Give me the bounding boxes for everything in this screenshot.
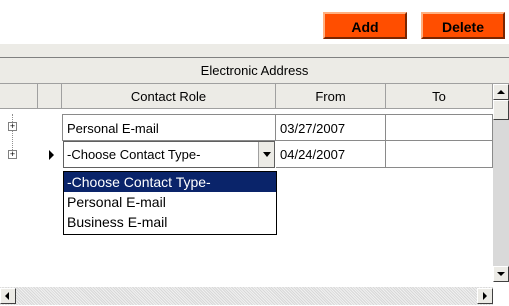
expand-row-2-icon[interactable]: + bbox=[8, 150, 17, 159]
scroll-left-button[interactable] bbox=[0, 288, 16, 304]
contact-type-select[interactable]: -Choose Contact Type- bbox=[63, 141, 275, 168]
scroll-up-button[interactable] bbox=[493, 84, 509, 100]
header-contact-role[interactable]: Contact Role bbox=[62, 84, 276, 109]
scroll-down-button[interactable] bbox=[493, 266, 509, 282]
dropdown-option[interactable]: Business E-mail bbox=[64, 212, 276, 232]
header-from[interactable]: From bbox=[276, 84, 386, 109]
arrow-up-icon bbox=[497, 90, 505, 94]
tree-line bbox=[12, 114, 13, 154]
arrow-left-icon bbox=[5, 292, 9, 300]
header-to[interactable]: To bbox=[386, 84, 493, 109]
add-button[interactable]: Add bbox=[323, 12, 407, 39]
expand-row-1-icon[interactable]: + bbox=[8, 122, 17, 131]
row-1-to[interactable] bbox=[386, 114, 493, 141]
row-1-contact-role[interactable]: Personal E-mail bbox=[62, 114, 276, 141]
row-2-to[interactable] bbox=[386, 141, 493, 168]
grid-title: Electronic Address bbox=[0, 58, 509, 84]
dropdown-option[interactable]: -Choose Contact Type- bbox=[64, 172, 276, 192]
dropdown-option[interactable]: Personal E-mail bbox=[64, 192, 276, 212]
row-1-from[interactable]: 03/27/2007 bbox=[276, 114, 386, 141]
chevron-down-icon[interactable] bbox=[258, 142, 274, 167]
contact-type-select-value: -Choose Contact Type- bbox=[67, 147, 201, 162]
horizontal-scrollbar[interactable] bbox=[0, 287, 493, 305]
header-selector-spacer bbox=[38, 84, 62, 109]
arrow-right-icon bbox=[483, 292, 487, 300]
arrow-down-icon bbox=[497, 272, 505, 276]
current-row-indicator-icon bbox=[49, 150, 54, 160]
header-expander-spacer bbox=[0, 84, 38, 109]
scroll-thumb[interactable] bbox=[493, 100, 509, 120]
scroll-right-button[interactable] bbox=[477, 288, 493, 304]
row-2-from[interactable]: 04/24/2007 bbox=[276, 141, 386, 168]
vertical-scrollbar[interactable] bbox=[493, 84, 509, 282]
contact-type-dropdown[interactable]: -Choose Contact Type- Personal E-mail Bu… bbox=[63, 171, 277, 235]
delete-button[interactable]: Delete bbox=[421, 12, 505, 39]
